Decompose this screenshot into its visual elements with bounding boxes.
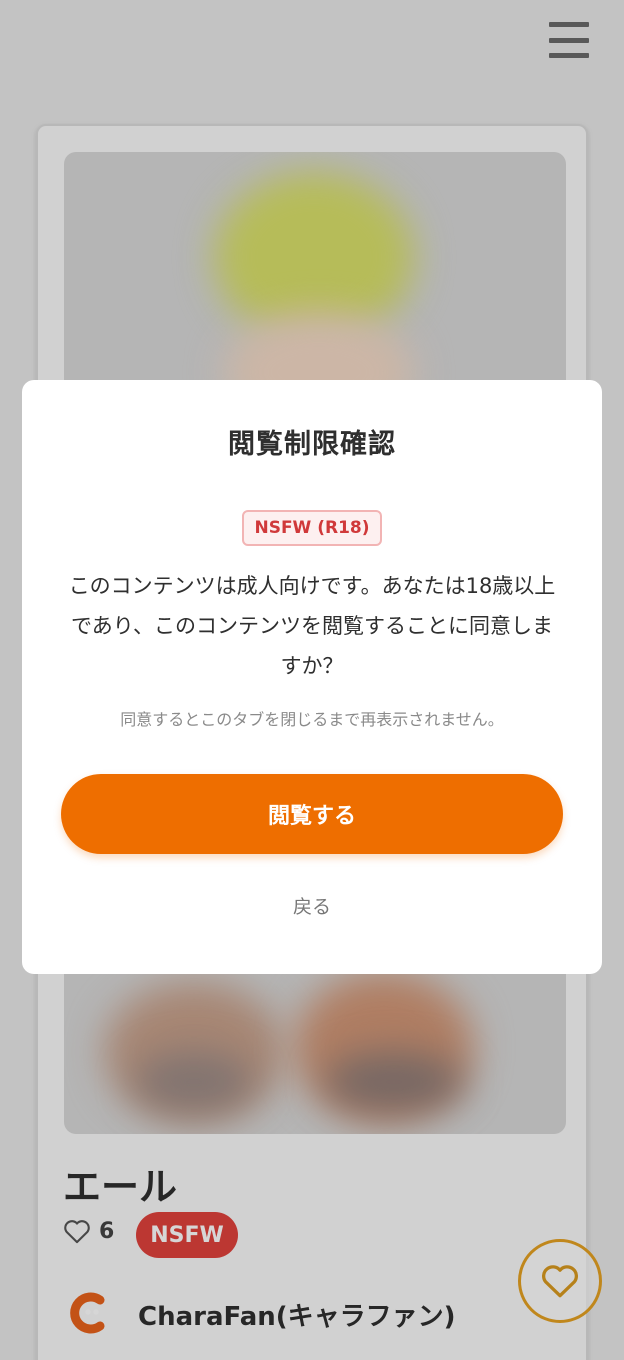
- dialog-message: このコンテンツは成人向けです。あなたは18歳以上であり、このコンテンツを閲覧する…: [68, 574, 556, 678]
- confirm-view-button[interactable]: 閲覧する: [61, 774, 563, 854]
- dialog-title: 閲覧制限確認: [228, 429, 396, 460]
- rating-badge: NSFW (R18): [242, 510, 382, 546]
- dialog-note: 同意するとこのタブを閉じるまで再表示されません。: [120, 710, 504, 729]
- back-link[interactable]: 戻る: [0, 892, 624, 919]
